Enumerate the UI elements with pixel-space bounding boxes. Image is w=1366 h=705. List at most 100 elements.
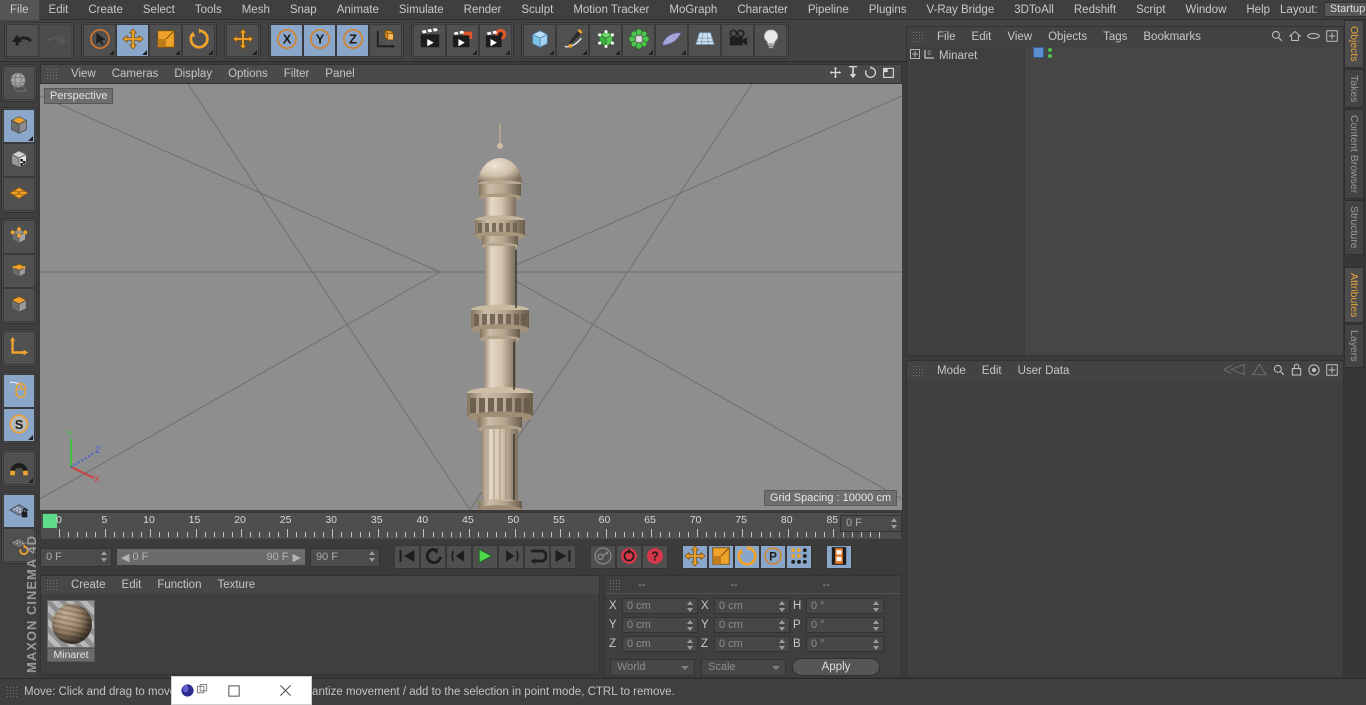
plus-box-icon[interactable] — [1326, 29, 1338, 45]
lock-icon[interactable] — [1291, 363, 1302, 379]
dropdown-corner-icon[interactable] — [582, 50, 587, 55]
lock-workplane-button[interactable] — [3, 494, 35, 528]
current-frame-marker[interactable] — [43, 514, 57, 528]
record-active-objects-button[interactable] — [616, 545, 642, 569]
object-row[interactable]: 0 Minaret — [907, 47, 1026, 64]
search-icon[interactable] — [1273, 364, 1285, 379]
move-tool[interactable] — [116, 24, 149, 57]
coordinate-system-dropdown[interactable]: World — [610, 658, 695, 676]
visibility-dots-icon[interactable] — [1048, 47, 1052, 58]
dolly-icon[interactable] — [847, 66, 859, 82]
play-backwards-loop-button[interactable] — [420, 545, 446, 569]
attribute-menu-user-data[interactable]: User Data — [1010, 362, 1078, 380]
mini-window-close-button[interactable] — [260, 684, 312, 697]
rotation-b-field[interactable]: 0 ° — [806, 636, 884, 652]
object-axis-button[interactable] — [3, 331, 35, 365]
stepper-icon[interactable] — [687, 620, 694, 631]
position-x-field[interactable]: 0 cm — [622, 598, 698, 614]
render-settings-button[interactable] — [479, 24, 512, 57]
dropdown-corner-icon[interactable] — [28, 478, 33, 483]
dropdown-corner-icon[interactable] — [648, 50, 653, 55]
material-menu-function[interactable]: Function — [149, 579, 209, 591]
edges-mode-button[interactable] — [3, 254, 35, 288]
vertical-tab-objects[interactable]: Objects — [1344, 20, 1364, 68]
rotation-p-field[interactable]: 0 ° — [806, 617, 884, 633]
object-tags[interactable] — [1027, 47, 1343, 58]
rotate-tool[interactable] — [182, 24, 215, 57]
object-menu-bookmarks[interactable]: Bookmarks — [1135, 28, 1209, 46]
menu-script[interactable]: Script — [1126, 0, 1175, 20]
goto-end-button[interactable] — [550, 545, 576, 569]
dropdown-corner-icon[interactable] — [28, 136, 33, 141]
menu-select[interactable]: Select — [133, 0, 185, 20]
add-spline-button[interactable] — [556, 24, 589, 57]
dropdown-corner-icon[interactable] — [28, 435, 33, 440]
axis-move-tool[interactable] — [226, 24, 259, 57]
object-menu-file[interactable]: File — [929, 28, 964, 46]
x-axis-lock[interactable]: X — [270, 24, 303, 57]
coordinate-mode-dropdown[interactable]: Scale — [701, 658, 786, 676]
menu-snap[interactable]: Snap — [280, 0, 327, 20]
dropdown-corner-icon[interactable] — [505, 50, 510, 55]
menu-redshift[interactable]: Redshift — [1064, 0, 1126, 20]
dropdown-corner-icon[interactable] — [472, 50, 477, 55]
rotate-view-icon[interactable] — [864, 66, 877, 82]
ellipse-icon[interactable] — [1307, 31, 1320, 44]
object-tree[interactable]: 0 Minaret — [907, 47, 1027, 355]
y-axis-lock[interactable]: Y — [303, 24, 336, 57]
panel-grip-icon[interactable] — [609, 579, 620, 590]
add-deformer-button[interactable] — [622, 24, 655, 57]
step-back-button[interactable] — [446, 545, 472, 569]
dropdown-corner-icon[interactable] — [208, 50, 213, 55]
layer-color-swatch[interactable] — [1033, 47, 1044, 58]
viewport-3d[interactable]: Perspective Grid Spacing : 10000 cm Y X … — [40, 84, 902, 510]
dropdown-corner-icon[interactable] — [109, 50, 114, 55]
size-x-field[interactable]: 0 cm — [714, 598, 790, 614]
add-camera-button[interactable] — [721, 24, 754, 57]
dropdown-corner-icon[interactable] — [681, 50, 686, 55]
viewport-menu-options[interactable]: Options — [220, 65, 276, 83]
end-frame-field[interactable]: 90 F — [310, 547, 380, 567]
menu-render[interactable]: Render — [454, 0, 512, 20]
timeline-filmstrip-button[interactable] — [826, 545, 852, 569]
play-button[interactable] — [472, 545, 498, 569]
panel-grip-icon[interactable] — [912, 31, 924, 43]
step-forward-button[interactable] — [498, 545, 524, 569]
range-right-arrow-icon[interactable]: ▶ — [293, 551, 301, 564]
attribute-menu-edit[interactable]: Edit — [974, 362, 1010, 380]
menu-create[interactable]: Create — [78, 0, 133, 20]
range-left-arrow-icon[interactable]: ◀ — [121, 551, 129, 564]
menu-edit[interactable]: Edit — [39, 0, 79, 20]
stepper-icon[interactable] — [687, 601, 694, 612]
undo-button[interactable] — [6, 24, 39, 57]
add-environment-button[interactable] — [688, 24, 721, 57]
menu-v-ray-bridge[interactable]: V-Ray Bridge — [916, 0, 1004, 20]
material-item[interactable]: Minaret — [47, 600, 95, 662]
mini-window[interactable] — [171, 676, 312, 705]
add-light-button[interactable] — [754, 24, 787, 57]
menu-character[interactable]: Character — [727, 0, 798, 20]
menu-3dtoall[interactable]: 3DToAll — [1004, 0, 1064, 20]
restore-icon[interactable] — [197, 683, 208, 698]
panel-grip-icon[interactable] — [46, 579, 58, 591]
forward-nav-icon[interactable] — [1252, 363, 1267, 379]
menu-tools[interactable]: Tools — [185, 0, 232, 20]
live-selection-tool[interactable] — [83, 24, 116, 57]
panel-grip-icon[interactable] — [46, 68, 58, 80]
object-menu-view[interactable]: View — [999, 28, 1040, 46]
maximize-view-icon[interactable] — [882, 66, 895, 82]
position-z-field[interactable]: 0 cm — [622, 636, 698, 652]
object-menu-tags[interactable]: Tags — [1095, 28, 1135, 46]
stepper-icon[interactable] — [779, 601, 786, 612]
menu-help[interactable]: Help — [1236, 0, 1280, 20]
back-nav-icon[interactable] — [1222, 363, 1246, 379]
stepper-icon[interactable] — [873, 601, 880, 612]
points-mode-button[interactable] — [3, 220, 35, 254]
dropdown-corner-icon[interactable] — [549, 50, 554, 55]
plus-box-icon[interactable] — [1326, 363, 1338, 379]
record-parameter-button[interactable]: P — [760, 545, 786, 569]
viewport-solo-button[interactable] — [3, 374, 35, 408]
size-y-field[interactable]: 0 cm — [714, 617, 790, 633]
dropdown-corner-icon[interactable] — [142, 50, 147, 55]
mini-window-maximize-button[interactable] — [208, 684, 260, 697]
